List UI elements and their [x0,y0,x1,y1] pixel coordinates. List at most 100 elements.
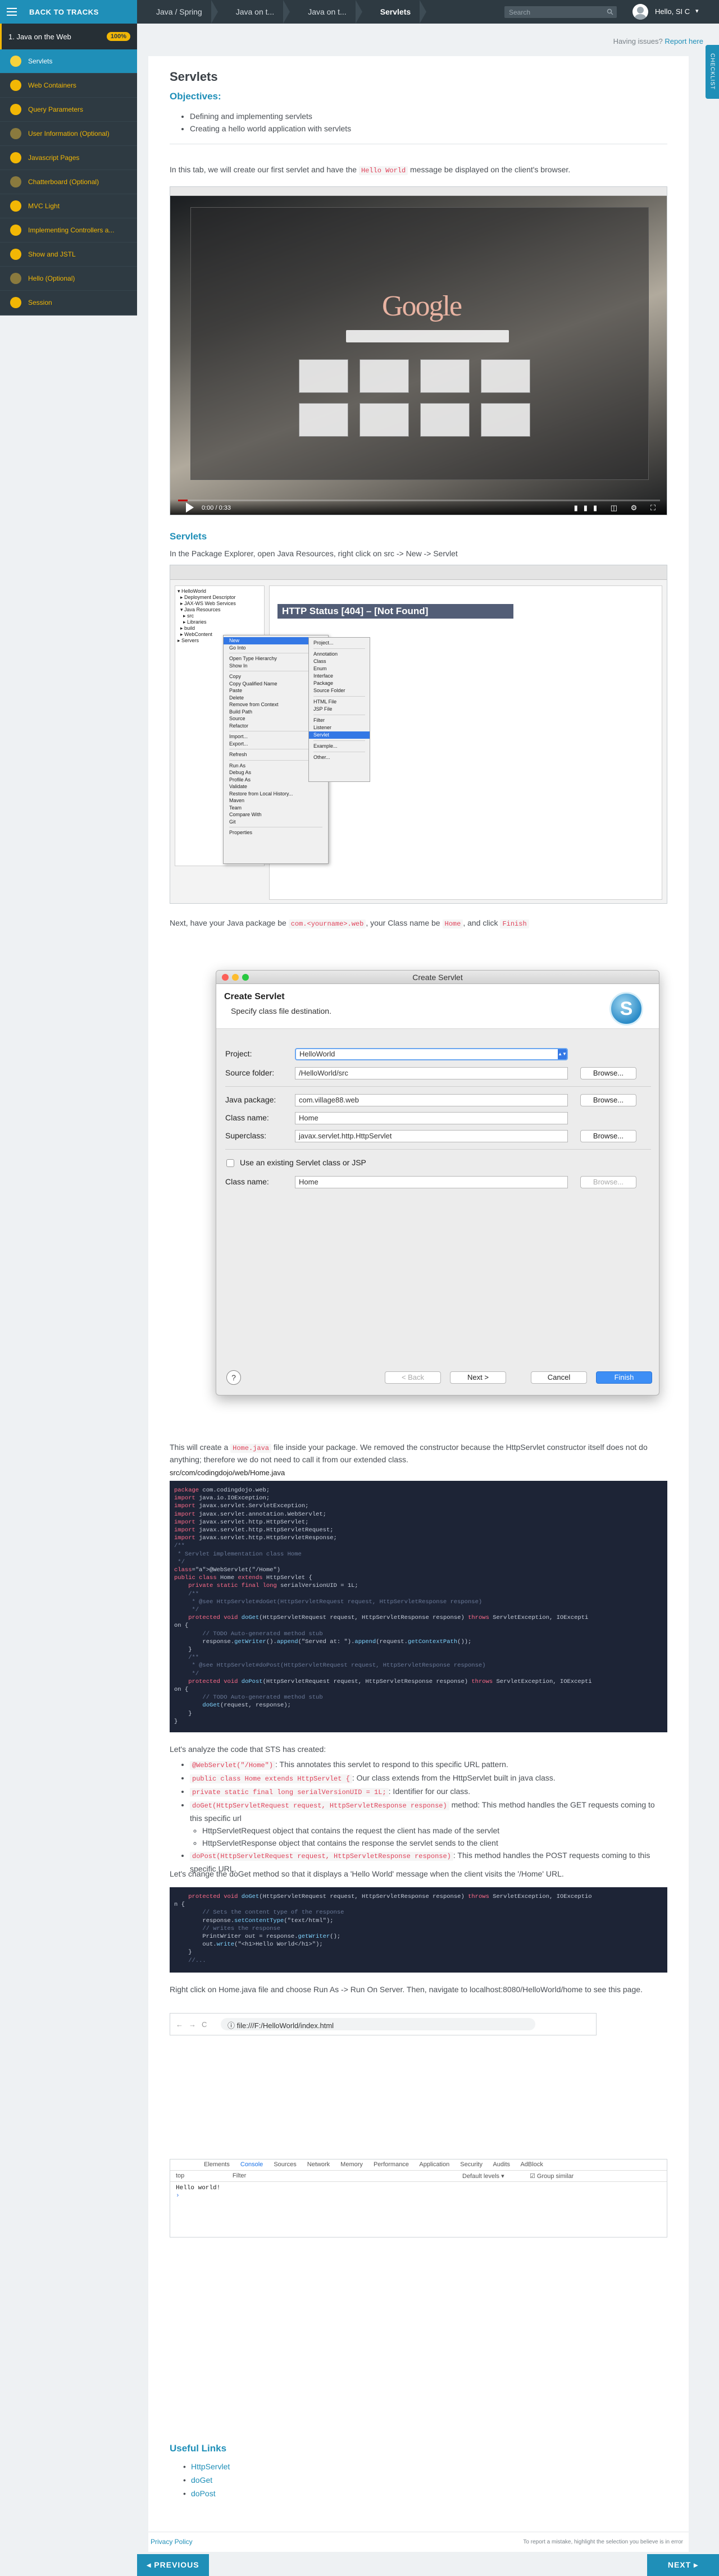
sidebar-item-hello[interactable]: Hello (Optional) [0,267,137,291]
sidebar-item-mvc-light[interactable]: MVC Light [0,194,137,218]
devtools-tab[interactable]: Performance [374,2161,419,2168]
devtools-tab[interactable]: AdBlock [520,2161,543,2168]
sidebar-item-user-information[interactable]: User Information (Optional) [0,122,137,146]
search-input[interactable]: Search [504,6,617,18]
chevron-down-icon[interactable]: ▾ [695,7,699,15]
sidebar-item-show-and-jstl[interactable]: Show and JSTL [0,242,137,267]
browser-nav-icons[interactable]: ←→C [176,2020,212,2029]
sidebar-chapter-header[interactable]: 1. Java on the Web 100% [0,24,137,49]
submenu-item[interactable]: HTML File [313,698,365,706]
submenu-item[interactable]: Other... [313,754,365,761]
log-levels[interactable]: Default levels ▾ [462,2172,504,2180]
cancel-button[interactable]: Cancel [531,1371,587,1384]
sidebar-item-implementing-controllers[interactable]: Implementing Controllers a... [0,218,137,242]
submenu-item[interactable]: Filter [313,717,365,724]
devtools-tab[interactable]: Application [419,2161,460,2168]
console-context[interactable]: top [176,2172,184,2179]
link-httpservlet[interactable]: HttpServlet [183,2462,230,2471]
maximize-window-icon[interactable] [242,974,249,981]
privacy-policy-link[interactable]: Privacy Policy [151,2538,193,2546]
devtools-tab[interactable]: Security [460,2161,493,2168]
submenu-item[interactable]: Enum [313,665,365,672]
checklist-tab[interactable]: CHECKLIST [706,45,719,99]
next-button[interactable]: Next > [450,1371,506,1384]
browse-existing-button[interactable]: Browse... [580,1176,636,1188]
video-settings-icons[interactable]: ▮▮▮ ◫ ⚙ ⛶ [574,504,661,513]
browse-source-folder-button[interactable]: Browse... [580,1067,636,1079]
superclass-field[interactable]: javax.servlet.http.HttpServlet [295,1130,568,1142]
console-prompt[interactable]: › [176,2192,661,2200]
link-dopost[interactable]: doPost [183,2489,215,2498]
context-menu-item[interactable]: Validate [229,783,322,790]
browse-superclass-button[interactable]: Browse... [580,1130,636,1142]
context-menu-item[interactable]: Compare With [229,811,322,818]
submenu-item[interactable]: JSP File [313,706,365,713]
submenu-item[interactable]: Servlet [309,731,370,739]
devtools-tab[interactable]: Sources [274,2161,307,2168]
back-button[interactable]: < Back [385,1371,441,1384]
report-link[interactable]: Report here [665,37,703,45]
url-field[interactable]: ⓘ file:///F:/HelloWorld/index.html [221,2018,535,2030]
sidebar-item-query-parameters[interactable]: Query Parameters [0,98,137,122]
text: , your Class name be [366,918,440,927]
java-package-field[interactable]: com.village88.web [295,1094,568,1106]
list-item: Defining and implementing servlets [190,110,351,122]
search-icon[interactable] [607,8,613,15]
devtools-tab[interactable]: Elements [204,2161,240,2168]
minimize-window-icon[interactable] [232,974,239,981]
sidebar-item-label: Implementing Controllers a... [28,226,115,234]
play-icon[interactable] [186,502,194,513]
breadcrumb-item[interactable]: Java on t... [289,0,363,24]
google-logo: Google [382,290,462,322]
sidebar-item-javascript-pages[interactable]: Javascript Pages [0,146,137,170]
project-select[interactable]: HelloWorld ▲▼ [295,1048,568,1060]
source-folder-field[interactable]: /HelloWorld/src [295,1067,568,1079]
devtools-tab[interactable]: Console [240,2161,274,2168]
sidebar-item-session[interactable]: Session [0,291,137,315]
sidebar-item-web-containers[interactable]: Web Containers [0,74,137,98]
browse-package-button[interactable]: Browse... [580,1094,636,1106]
submenu-item[interactable]: Project... [313,639,365,647]
devtools-tab[interactable]: Network [307,2161,340,2168]
group-similar[interactable]: ☑ Group similar [530,2172,574,2180]
back-to-tracks-button[interactable]: BACK TO TRACKS [0,0,137,24]
context-menu-item[interactable]: Team [229,804,322,812]
close-window-icon[interactable] [222,974,229,981]
submenu-item[interactable]: Interface [313,672,365,680]
context-menu-item[interactable]: Restore from Local History... [229,790,322,798]
next-lesson-button[interactable]: NEXT ▸ [647,2554,719,2576]
breadcrumb-item[interactable]: Java / Spring [137,0,218,24]
user-name[interactable]: Hello, SI C [655,7,690,16]
context-menu-item[interactable]: Properties [229,829,322,836]
menu-separator [313,750,365,752]
console-filter[interactable]: Filter [233,2172,246,2179]
context-menu-item[interactable]: Maven [229,797,322,804]
use-existing-checkbox[interactable] [226,1159,234,1167]
submenu-item[interactable]: Listener [313,724,365,731]
breadcrumb-item[interactable]: Java on t... [217,0,290,24]
sidebar-item-chatterboard[interactable]: Chatterboard (Optional) [0,170,137,194]
submenu-item[interactable]: Annotation [313,651,365,658]
previous-button[interactable]: ◂ PREVIOUS [137,2554,209,2576]
finish-button[interactable]: Finish [596,1371,652,1384]
link-doget[interactable]: doGet [183,2476,212,2485]
avatar[interactable] [632,4,648,20]
devtools-tab[interactable]: Audits [493,2161,520,2168]
context-menu-item[interactable]: Git [229,818,322,826]
existing-class-name-field[interactable]: Home [295,1176,568,1188]
submenu-item[interactable]: Example... [313,743,365,750]
devtools-tab[interactable]: Memory [340,2161,374,2168]
video-player[interactable]: Google 0:00 / 0:33 ▮▮▮ ◫ ⚙ ⛶ [170,186,667,515]
class-name-field[interactable]: Home [295,1112,568,1124]
menu-icon[interactable] [0,0,24,24]
submenu-item[interactable]: Class [313,658,365,665]
sidebar-item-servlets[interactable]: Servlets [0,49,137,74]
code-line: * @see HttpServlet#doPost(HttpServletReq… [174,1662,486,1669]
status-dot-icon [10,225,21,236]
submenu-item[interactable]: Package [313,680,365,687]
menu-separator [313,647,365,649]
code-line: //... [174,1957,206,1964]
help-icon[interactable]: ? [226,1370,241,1385]
submenu-item[interactable]: Source Folder [313,687,365,694]
file-path: src/com/codingdojo/web/Home.java [170,1468,285,1477]
